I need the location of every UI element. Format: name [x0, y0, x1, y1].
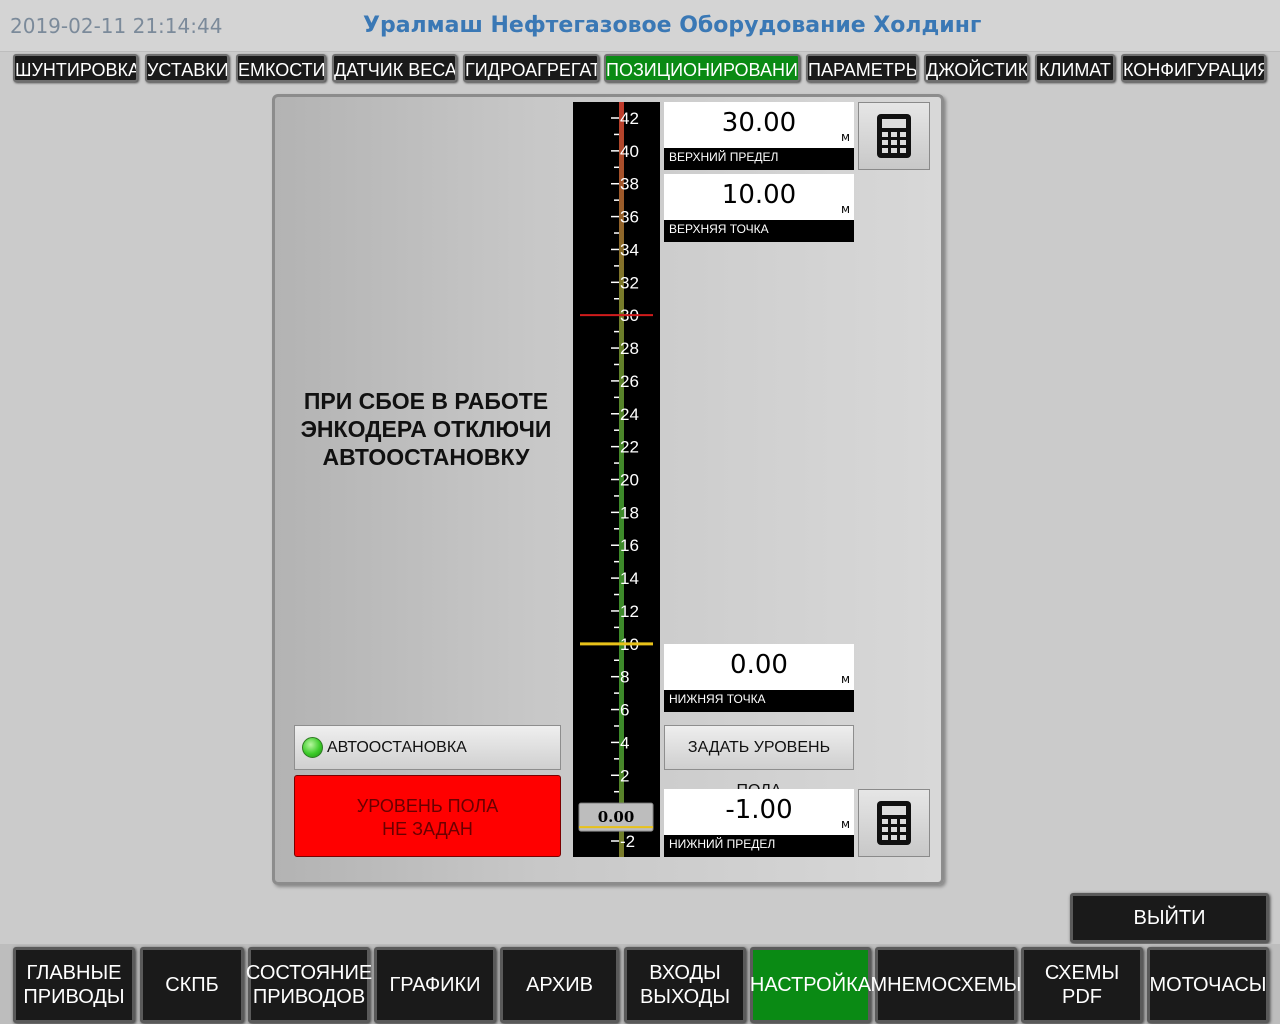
nav-main-drives[interactable]: ГЛАВНЫЕ ПРИВОДЫ: [13, 947, 135, 1023]
floor-level-alarm: УРОВЕНЬ ПОЛА НЕ ЗАДАН: [294, 775, 561, 857]
scale-tick-label: 14: [620, 569, 639, 588]
lower-limit-label: НИЖНИЙ ПРЕДЕЛ: [664, 835, 854, 857]
upper-limit-field[interactable]: 30.00 м ВЕРХНИЙ ПРЕДЕЛ: [664, 102, 854, 170]
app-title: Уралмаш Нефтегазовое Оборудование Холдин…: [363, 13, 982, 38]
nav-graphs[interactable]: ГРАФИКИ: [374, 947, 496, 1023]
scale-tick-label: 22: [620, 438, 639, 457]
nav-inputs-outputs[interactable]: ВХОДЫ ВЫХОДЫ: [624, 947, 746, 1023]
upper-limit-label: ВЕРХНИЙ ПРЕДЕЛ: [664, 148, 854, 170]
lower-point-value: 0.00: [730, 650, 788, 680]
warning-line: ПРИ СБОЕ В РАБОТЕ: [303, 388, 549, 414]
lower-calculator-button[interactable]: [858, 789, 930, 857]
upper-point-value: 10.00: [721, 180, 797, 210]
scale-tick-label: 2: [620, 766, 629, 785]
lower-limit-value: -1.00: [725, 795, 793, 825]
lower-limit-field[interactable]: -1.00 м НИЖНИЙ ПРЕДЕЛ: [664, 789, 854, 857]
calculator-icon: [877, 801, 911, 845]
scale-tick-label: 20: [620, 471, 639, 490]
scale-tick-label: 38: [620, 175, 639, 194]
alarm-line: УРОВЕНЬ ПОЛА: [356, 796, 499, 816]
nav-skpb[interactable]: СКПБ: [140, 947, 244, 1023]
scale-tick-label: 32: [620, 273, 639, 292]
status-led-icon: [302, 737, 323, 758]
upper-point-unit: м: [840, 202, 850, 216]
nav-motor-hours[interactable]: МОТОЧАСЫ: [1147, 947, 1269, 1023]
set-floor-level-button[interactable]: ЗАДАТЬ УРОВЕНЬ ПОЛА: [664, 725, 854, 799]
exit-button[interactable]: ВЫЙТИ: [1070, 893, 1269, 943]
upper-point-field[interactable]: 10.00 м ВЕРХНЯЯ ТОЧКА: [664, 174, 854, 242]
scale-tick-label: 34: [620, 240, 639, 259]
current-position-value: 0.00: [598, 808, 635, 826]
datetime-display: 2019-02-11 21:14:44: [10, 14, 223, 38]
lower-point-label: НИЖНЯЯ ТОЧКА: [664, 690, 854, 712]
tab-pozicionirovanie[interactable]: ПОЗИЦИОНИРОВАНИЕ: [604, 54, 800, 82]
tab-gidroagregat[interactable]: ГИДРОАГРЕГАТ: [463, 54, 599, 82]
position-scale: 42 40 38 36 34 32 30 28 26 24 22 20 18 16 14 12 10 8 6 4 2 -2…: [573, 102, 660, 857]
scale-tick-label: 40: [620, 142, 639, 161]
tab-datchik-vesa[interactable]: ДАТЧИК ВЕСА: [332, 54, 457, 82]
scale-tick-label: 12: [620, 602, 639, 621]
tab-dzhoystik[interactable]: ДЖОЙСТИК: [924, 54, 1029, 82]
lower-point-field[interactable]: 0.00 м НИЖНЯЯ ТОЧКА: [664, 644, 854, 712]
nav-settings[interactable]: НАСТРОЙКА: [750, 947, 871, 1023]
lower-limit-unit: м: [840, 817, 850, 831]
tab-klimat[interactable]: КЛИМАТ: [1035, 54, 1115, 82]
scale-gauge: 42403836343230282624222018161412108642-2…: [578, 102, 654, 857]
tab-shuntirovka[interactable]: ШУНТИРОВКА: [13, 54, 138, 82]
header-bar: 2019-02-11 21:14:44 Уралмаш Нефтегазовое…: [0, 0, 1280, 52]
alarm-line: НЕ ЗАДАН: [382, 819, 473, 839]
upper-point-label: ВЕРХНЯЯ ТОЧКА: [664, 220, 854, 242]
encoder-warning-text: ПРИ СБОЕ В РАБОТЕ ЭНКОДЕРА ОТКЛЮЧИ АВТОО…: [285, 387, 567, 471]
upper-calculator-button[interactable]: [858, 102, 930, 170]
tab-emkosti[interactable]: ЕМКОСТИ: [236, 54, 326, 82]
scale-tick-label: 28: [620, 339, 639, 358]
upper-limit-unit: м: [840, 130, 850, 144]
nav-pdf-schemes[interactable]: СХЕМЫ PDF: [1021, 947, 1143, 1023]
scale-tick-label: 16: [620, 536, 639, 555]
scale-tick-label: 42: [620, 109, 639, 128]
calculator-icon: [877, 114, 911, 158]
tab-parametry[interactable]: ПАРАМЕТРЫ: [806, 54, 918, 82]
tab-ustavki[interactable]: УСТАВКИ: [145, 54, 229, 82]
nav-archive[interactable]: АРХИВ: [500, 947, 619, 1023]
scale-tick-label: 18: [620, 503, 639, 522]
scale-tick-label: 8: [620, 668, 629, 687]
tab-konfiguraciya[interactable]: КОНФИГУРАЦИЯ: [1121, 54, 1266, 82]
nav-drive-status[interactable]: СОСТОЯНИЕ ПРИВОДОВ: [246, 947, 372, 1023]
scale-tick-label: 6: [620, 701, 629, 720]
upper-limit-value: 30.00: [721, 108, 797, 138]
scale-tick-label: 26: [620, 372, 639, 391]
warning-line: АВТООСТАНОВКУ: [322, 444, 530, 470]
autostop-button[interactable]: АВТООСТАНОВКА: [294, 725, 561, 770]
scale-tick-label: 36: [620, 208, 639, 227]
scale-tick-label: -2: [620, 832, 635, 851]
autostop-label: АВТООСТАНОВКА: [327, 739, 467, 756]
lower-point-unit: м: [840, 672, 850, 686]
nav-mnemonic-diagrams[interactable]: МНЕМОСХЕМЫ: [870, 947, 1022, 1023]
warning-line: ЭНКОДЕРА ОТКЛЮЧИ: [300, 416, 552, 442]
scale-tick-label: 4: [620, 733, 629, 752]
scale-tick-label: 24: [620, 405, 639, 424]
